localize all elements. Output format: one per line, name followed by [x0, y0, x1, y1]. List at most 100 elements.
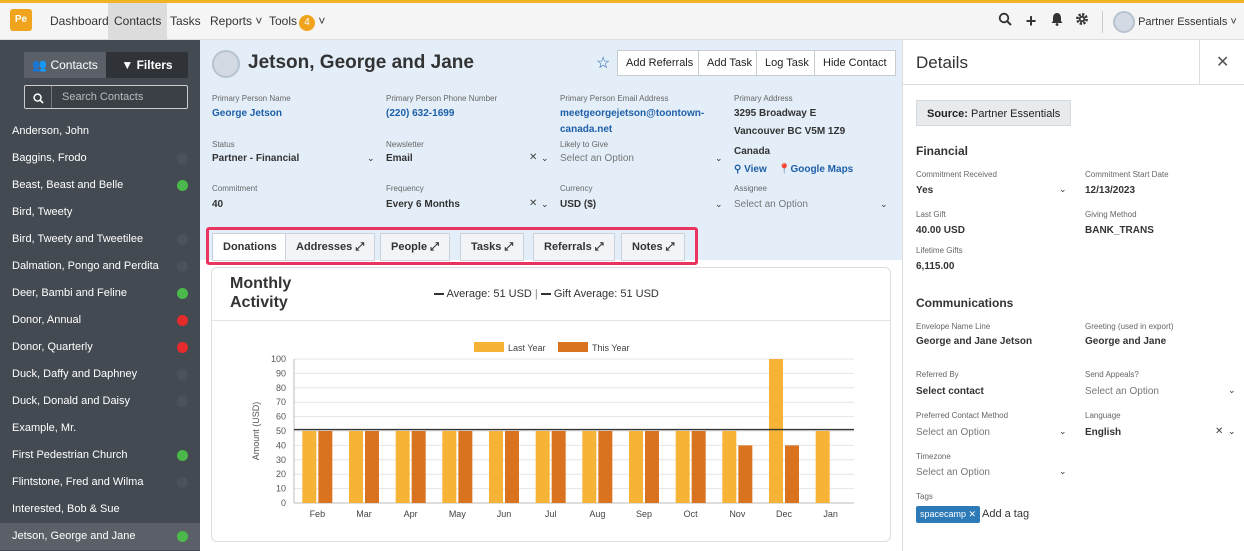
tools-count-badge: 4	[299, 15, 316, 31]
likely-to-give-select[interactable]: Select an Option	[560, 153, 634, 164]
gear-icon[interactable]	[1073, 12, 1091, 30]
last-gift-label: Last Gift	[916, 210, 946, 219]
contact-list-item[interactable]: Donor, Annual	[0, 307, 200, 334]
contact-list-item[interactable]: Flintstone, Fred and Wilma	[0, 469, 200, 496]
bar-last-year	[395, 431, 410, 503]
referred-by-select[interactable]: Select contact	[916, 386, 984, 397]
chevron-down-icon[interactable]: ⌄	[1059, 466, 1067, 477]
contact-name: Jetson, George and Jane	[12, 530, 136, 542]
send-appeals-select[interactable]: Select an Option	[1085, 386, 1159, 397]
app-logo[interactable]: Pe	[10, 9, 32, 31]
chevron-down-icon[interactable]: ⌄	[1228, 385, 1236, 396]
bell-icon[interactable]	[1048, 12, 1066, 30]
language-select[interactable]: English	[1085, 427, 1121, 438]
envelope-input[interactable]: George and Jane Jetson	[916, 336, 1032, 347]
contact-list-item[interactable]: Dalmation, Pongo and Perdita	[0, 253, 200, 280]
chevron-down-icon[interactable]: ⌄	[367, 153, 375, 164]
primary-name-link[interactable]: George Jetson	[212, 108, 282, 119]
clear-icon[interactable]: ✕	[529, 152, 537, 163]
frequency-select[interactable]: Every 6 Months	[386, 199, 460, 210]
x-tick-label: Jul	[545, 509, 557, 519]
contact-list-item[interactable]: Bird, Tweety	[0, 199, 200, 226]
phone-link[interactable]: (220) 632-1699	[386, 108, 454, 119]
chevron-down-icon[interactable]: ⌄	[715, 153, 723, 164]
chevron-down-icon[interactable]: ⌄	[1228, 426, 1236, 437]
greeting-input[interactable]: George and Jane	[1085, 336, 1166, 347]
clear-icon[interactable]: ✕	[1215, 426, 1223, 437]
clear-icon[interactable]: ✕	[529, 198, 537, 209]
contact-list-item[interactable]: Anderson, John	[0, 118, 200, 145]
bar-last-year	[769, 359, 783, 503]
contact-list-item[interactable]: Bird, Tweety and Tweetilee	[0, 226, 200, 253]
log-task-button[interactable]: Log Task	[756, 50, 818, 76]
status-dot	[177, 531, 188, 542]
commitment-input[interactable]: 40	[212, 199, 223, 210]
chevron-down-icon[interactable]: ⌄	[1059, 184, 1067, 195]
assignee-select[interactable]: Select an Option	[734, 199, 808, 210]
remove-tag-icon[interactable]: ✕	[966, 509, 977, 519]
email-link-line1[interactable]: meetgeorgejetson@toontown-	[560, 108, 704, 119]
commitment-received-select[interactable]: Yes	[916, 185, 933, 196]
currency-select[interactable]: USD ($)	[560, 199, 596, 210]
tab-label: Notes	[632, 241, 663, 253]
google-maps-link[interactable]: 📍Google Maps	[778, 164, 853, 175]
close-icon[interactable]: ✕	[1216, 52, 1229, 72]
chevron-down-icon[interactable]: ⌄	[541, 199, 549, 210]
timezone-select[interactable]: Select an Option	[916, 467, 990, 478]
contact-list-item[interactable]: Duck, Donald and Daisy	[0, 388, 200, 415]
x-tick-label: Dec	[776, 509, 793, 519]
x-tick-label: Jan	[823, 509, 838, 519]
contact-list-item[interactable]: Donor, Quarterly	[0, 334, 200, 361]
contact-list-item[interactable]: Interested, Bob & Sue	[0, 496, 200, 523]
chevron-down-icon[interactable]: ⌄	[880, 199, 888, 210]
tab-tasks[interactable]: Tasks ⤢	[460, 233, 525, 261]
tab-donations[interactable]: Donations	[212, 233, 288, 261]
hide-contact-button[interactable]: Hide Contact	[814, 50, 896, 76]
newsletter-select[interactable]: Email	[386, 153, 413, 164]
nav-tools[interactable]: Tools 4 ˅	[263, 3, 331, 40]
bar-last-year	[815, 431, 830, 503]
search-input[interactable]: Search Contacts	[24, 85, 188, 109]
status-select[interactable]: Partner - Financial	[212, 153, 299, 164]
nav-reports[interactable]: Reports ˅	[204, 3, 268, 40]
nav-contacts[interactable]: Contacts	[108, 3, 168, 40]
tab-addresses[interactable]: Addresses ⤢	[285, 233, 376, 261]
filters-toggle-button[interactable]: ▼ Filters	[106, 52, 188, 78]
chevron-down-icon: ˅	[315, 14, 326, 28]
plus-icon[interactable]: +	[1022, 12, 1040, 30]
contact-list-item[interactable]: Baggins, Frodo	[0, 145, 200, 172]
preferred-contact-select[interactable]: Select an Option	[916, 427, 990, 438]
contact-list-item[interactable]: Beast, Beast and Belle	[0, 172, 200, 199]
contact-list-item[interactable]: Example, Mr.	[0, 415, 200, 442]
add-task-button[interactable]: Add Task	[698, 50, 762, 76]
nav-tasks[interactable]: Tasks	[164, 3, 207, 40]
view-address-link[interactable]: ⚲ View	[734, 164, 767, 175]
contact-list-item[interactable]: First Pedestrian Church	[0, 442, 200, 469]
chevron-down-icon[interactable]: ⌄	[715, 199, 723, 210]
search-icon[interactable]	[996, 12, 1014, 30]
chevron-down-icon[interactable]: ⌄	[1059, 426, 1067, 437]
bar-this-year	[318, 431, 333, 503]
avatar	[1113, 11, 1135, 34]
commitment-start-input[interactable]: 12/13/2023	[1085, 185, 1135, 196]
nav-dashboard[interactable]: Dashboard	[44, 3, 115, 40]
search-icon: ⚲	[734, 164, 745, 175]
contacts-toggle-button[interactable]: 👥 Contacts	[24, 52, 106, 78]
star-icon[interactable]: ☆	[596, 53, 610, 73]
tab-referrals[interactable]: Referrals ⤢	[533, 233, 615, 261]
source-label: Source:	[927, 108, 968, 120]
contact-list-item[interactable]: Deer, Bambi and Feline	[0, 280, 200, 307]
average-separator: |	[534, 288, 538, 300]
user-menu[interactable]: Partner Essentials ˅	[1113, 9, 1237, 35]
tab-notes[interactable]: Notes ⤢	[621, 233, 686, 261]
tab-label: People	[391, 241, 428, 253]
contact-list-item[interactable]: Jetson, George and Jane	[0, 523, 200, 550]
contact-list-item[interactable]: Duck, Daffy and Daphney	[0, 361, 200, 388]
add-referrals-button[interactable]: Add Referrals	[617, 50, 703, 76]
chevron-down-icon[interactable]: ⌄	[541, 153, 549, 164]
email-link-line2[interactable]: canada.net	[560, 124, 612, 135]
commitment-received-label: Commitment Received	[916, 170, 997, 179]
tag-chip[interactable]: spacecamp ✕	[916, 506, 981, 523]
add-tag-input[interactable]: Add a tag	[982, 508, 1029, 520]
tab-people[interactable]: People ⤢	[380, 233, 450, 261]
